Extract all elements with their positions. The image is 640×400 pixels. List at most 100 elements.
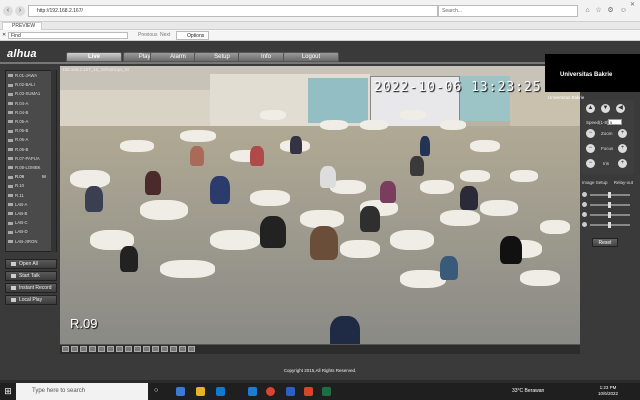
focus-out-icon[interactable]: −: [586, 144, 595, 153]
find-close-icon[interactable]: ✕: [2, 32, 6, 39]
word-icon[interactable]: [286, 387, 295, 396]
nav-live[interactable]: Live: [66, 52, 122, 62]
weather-tray[interactable]: 33°C Berawan: [512, 383, 544, 400]
brightness-slider[interactable]: [590, 192, 630, 198]
windows-start-icon[interactable]: ⊞: [0, 383, 16, 400]
camera-icon: [8, 111, 13, 115]
task-view-icon[interactable]: ○: [154, 387, 163, 396]
layout-button-icon[interactable]: [170, 346, 177, 352]
device-tree-item[interactable]: R.11: [8, 192, 56, 200]
layout-button-icon[interactable]: [71, 346, 78, 352]
reset-button[interactable]: Reset: [592, 238, 618, 247]
focus-in-icon[interactable]: +: [618, 144, 627, 153]
find-bar: ✕ Find Previous Next Options: [0, 30, 640, 41]
microphone-icon: [11, 273, 16, 278]
find-options-button[interactable]: Options: [176, 31, 210, 40]
device-tree-item[interactable]: LAB-B: [8, 210, 56, 218]
home-icon[interactable]: ⌂: [583, 6, 592, 15]
layout-button-icon[interactable]: [152, 346, 159, 352]
device-tree-item[interactable]: R.08-LOMBK: [8, 164, 56, 172]
forward-icon[interactable]: ›: [15, 6, 25, 16]
instant-record-button[interactable]: Instant Record: [5, 283, 57, 293]
device-tree-item[interactable]: LAB-JIRON: [8, 238, 56, 246]
device-tree-item[interactable]: R.09 M: [8, 173, 56, 181]
device-tree-item[interactable]: R.05-A: [8, 118, 56, 126]
excel-icon[interactable]: [322, 387, 331, 396]
device-tree-item[interactable]: R.07-PAPUA: [8, 155, 56, 163]
layout-button-icon[interactable]: [179, 346, 186, 352]
find-previous-button[interactable]: Previous: [138, 32, 157, 39]
speed-select[interactable]: 5: [608, 119, 622, 125]
chair-desk: [180, 130, 216, 142]
layout-button-icon[interactable]: [161, 346, 168, 352]
saturation-slider[interactable]: [590, 212, 630, 218]
find-next-button[interactable]: Next: [160, 32, 170, 39]
device-tree-item-label: R.10: [15, 183, 25, 189]
device-tree-item[interactable]: LAB-D: [8, 228, 56, 236]
browser-search-field[interactable]: Search...: [438, 5, 578, 17]
file-explorer-icon[interactable]: [196, 387, 205, 396]
hue-slider[interactable]: [590, 222, 630, 228]
ptz-up-icon[interactable]: ▲: [586, 104, 595, 113]
start-talk-button[interactable]: Start Talk: [5, 271, 57, 281]
zoom-out-icon[interactable]: −: [586, 129, 595, 138]
edge-icon[interactable]: [248, 387, 257, 396]
taskbar-search[interactable]: Type here to search: [16, 383, 148, 400]
saturation-knob[interactable]: [608, 212, 611, 218]
hue-icon: [582, 222, 587, 227]
taskbar-clock[interactable]: 1:23 PM 10/6/2022: [592, 385, 624, 397]
device-tree-item[interactable]: R.01-JAWA: [8, 72, 56, 80]
app-icon-1[interactable]: [176, 387, 185, 396]
back-icon[interactable]: ‹: [3, 6, 13, 16]
powerpoint-icon[interactable]: [304, 387, 313, 396]
tab-image-setup[interactable]: Image Setup: [582, 180, 608, 185]
open-all-button[interactable]: Open All: [5, 259, 57, 269]
live-video-feed[interactable]: [60, 66, 580, 344]
nav-logout[interactable]: Logout: [283, 52, 339, 62]
local-play-button[interactable]: Local Play: [5, 295, 57, 305]
chair-desk: [420, 180, 454, 194]
smiley-icon[interactable]: ☺: [619, 6, 628, 15]
device-tree-item[interactable]: R.05-B: [8, 127, 56, 135]
iris-open-icon[interactable]: +: [618, 159, 627, 168]
mail-icon[interactable]: [216, 387, 225, 396]
layout-button-icon[interactable]: [188, 346, 195, 352]
device-tree-item[interactable]: LAB-A: [8, 201, 56, 209]
ptz-down-icon[interactable]: ▼: [601, 104, 610, 113]
device-tree-item[interactable]: R.10: [8, 182, 56, 190]
zoom-in-icon[interactable]: +: [618, 129, 627, 138]
device-tree-item[interactable]: R.06-B: [8, 146, 56, 154]
device-tree-item-label: R.06-A: [15, 137, 29, 143]
layout-button-icon[interactable]: [98, 346, 105, 352]
layout-button-icon[interactable]: [134, 346, 141, 352]
device-tree-item[interactable]: R.02-BALI: [8, 81, 56, 89]
device-tree-item[interactable]: R.04-B: [8, 109, 56, 117]
layout-button-icon[interactable]: [80, 346, 87, 352]
tab-relay-out[interactable]: Relay-out: [614, 180, 633, 185]
gear-icon[interactable]: ⚙: [606, 6, 615, 15]
layout-button-icon[interactable]: [125, 346, 132, 352]
layout-button-icon[interactable]: [143, 346, 150, 352]
chrome-icon[interactable]: [266, 387, 275, 396]
device-tree-item[interactable]: R.06-A: [8, 136, 56, 144]
url-field[interactable]: http://192.168.2.167/: [28, 5, 438, 17]
layout-button-icon[interactable]: [62, 346, 69, 352]
close-icon[interactable]: ✕: [628, 1, 637, 10]
device-tree-item-label: R.09: [15, 174, 25, 180]
layout-button-icon[interactable]: [107, 346, 114, 352]
layout-button-icon[interactable]: [116, 346, 123, 352]
favorites-icon[interactable]: ☆: [594, 6, 603, 15]
ptz-left-icon[interactable]: ◀: [616, 104, 625, 113]
brightness-knob[interactable]: [608, 192, 611, 198]
layout-button-icon[interactable]: [89, 346, 96, 352]
chair-desk: [520, 270, 560, 286]
device-tree-item[interactable]: R.03-SUMA1: [8, 90, 56, 98]
contrast-knob[interactable]: [608, 202, 611, 208]
contrast-slider[interactable]: [590, 202, 630, 208]
tab-preview[interactable]: PREVIEW: [2, 22, 43, 30]
hue-knob[interactable]: [608, 222, 611, 228]
device-tree-item[interactable]: R.04-A: [8, 100, 56, 108]
find-input[interactable]: Find: [8, 32, 128, 39]
device-tree-item[interactable]: LAB-C: [8, 219, 56, 227]
iris-close-icon[interactable]: −: [586, 159, 595, 168]
